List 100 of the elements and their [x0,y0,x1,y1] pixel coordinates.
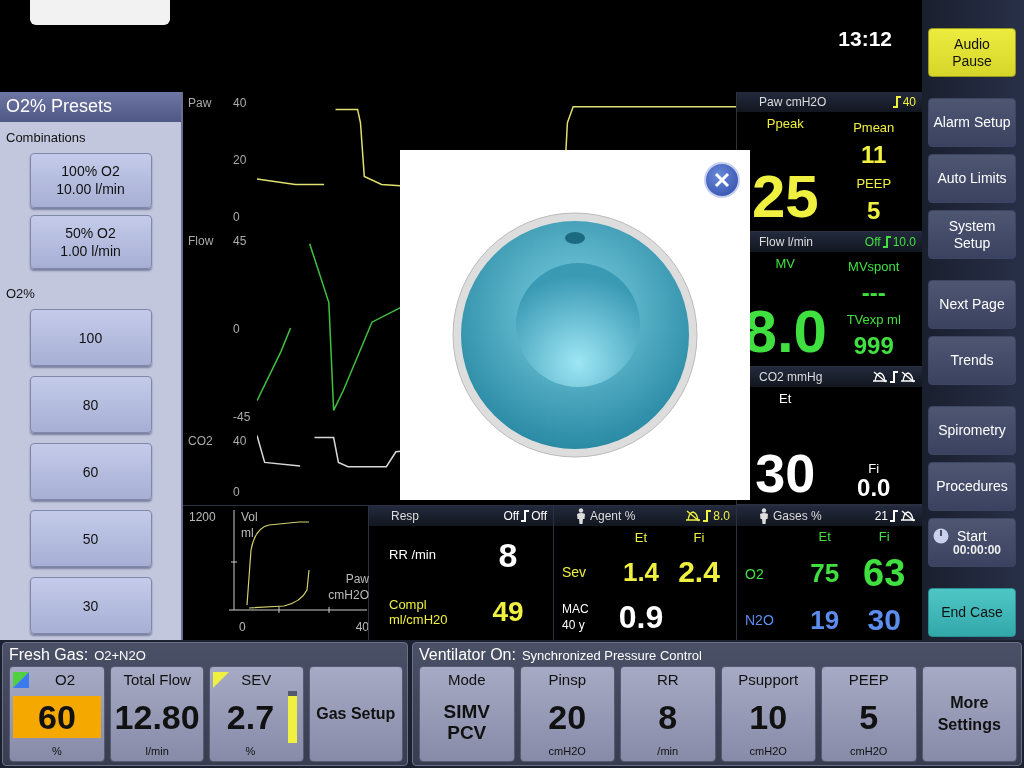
et-value: 75 [809,558,841,589]
axis-tick: 0 [233,210,241,224]
axis-tick: 45 [233,234,248,248]
waveform-label: Flow [188,234,215,248]
axis-tick: 20 [233,153,248,167]
tile-unit: % [245,745,256,757]
timer-button[interactable]: Start 00:00:00 [928,518,1016,567]
panel-title: Ventilator On: [419,646,516,664]
setting-tile[interactable]: O2 60 % [9,666,105,762]
axis-tick: 40 [233,434,248,448]
parameter-value: 5 [867,198,881,223]
side-button[interactable]: System Setup [928,210,1016,259]
side-button[interactable]: Spirometry [928,406,1016,455]
side-button[interactable]: End Case [928,588,1016,637]
parameter-label: Et [779,391,792,406]
tile-unit: cmH2O [850,745,888,757]
tile-label: Total Flow [123,671,191,688]
panel-title: Resp [391,509,419,523]
parameter-label: PEEP [856,175,892,191]
parameter-value: --- [861,281,886,306]
parameter-label: Fi [868,461,880,476]
knob-drawing[interactable] [450,210,700,460]
preset-button[interactable]: 60 [29,443,152,501]
alarm-limit: Off [531,509,547,523]
setting-tile[interactable]: Pinsp 20 cmH2O [519,666,615,762]
axis-tick: -45 [233,410,252,424]
agent-color-icon [213,671,230,688]
fi-value: 30 [866,603,902,637]
alarm-limit: 21 [874,509,888,523]
panel-subtitle: O2+N2O [94,648,146,663]
preset-button[interactable]: 50 [29,510,152,568]
parameter-value: 0.0 [857,476,891,500]
setting-tile[interactable]: Mode SIMV PCV [419,666,515,762]
waveform-label: Paw [188,96,213,110]
fi-value: 63 [862,552,907,595]
waveform-label: CO2 [188,434,214,448]
clock: 13:12 [838,27,892,51]
mac-label: MAC 40 y [562,601,590,634]
fi-value: 2.4 [677,555,721,589]
panel-title: CO2 mmHg [759,370,823,384]
setting-button[interactable]: More Settings [921,666,1017,762]
setting-tile[interactable]: PEEP 5 cmH2O [821,666,917,762]
parameter-value: 25 [751,167,819,227]
side-button[interactable]: Audio Pause [928,28,1016,77]
axis-tick: 1200 [189,510,217,526]
preset-button[interactable]: 100% O2 10.00 l/min [29,152,152,208]
parameter-value: 999 [853,334,894,359]
close-button[interactable] [704,162,740,198]
setting-tile[interactable]: SEV 2.7 % [209,666,304,762]
parameter-label: Compl ml/cmH20 [389,596,449,627]
parameter-label: Ppeak [766,116,804,131]
preset-button[interactable]: 80 [29,376,152,434]
gas-label: O2 [745,565,765,582]
tile-label: RR [656,671,679,688]
alarm-off-icon [900,371,916,383]
column-label: Fi [692,530,706,545]
gas-color-icon [13,671,29,688]
alarm-limit: 10.0 [892,235,916,249]
preset-button[interactable]: 100 [29,309,152,367]
side-button[interactable]: Auto Limits [928,154,1016,203]
parameter-label: MVspont [848,259,900,275]
column-label: Fi [877,529,891,544]
tile-unit: cmH2O [749,745,787,757]
axis-tick: 0 [239,620,246,636]
alarm-off-icon [872,371,888,383]
axis-tick: 40 [355,620,369,636]
section-label: Combinations [5,128,87,147]
side-button[interactable]: Trends [928,336,1016,385]
parameter-value: 30 [755,446,816,500]
panel-title: Flow l/min [759,235,813,249]
setting-tile[interactable]: Total Flow 12.80 l/min [110,666,205,762]
tile-value: 60 [13,695,101,738]
axis-label: Vol [241,510,258,526]
parameter-label: TVexp ml [846,312,901,328]
panel-title: Gases % [773,509,822,523]
tile-value: 10 [749,699,788,734]
panel-title: Agent % [590,509,636,523]
side-button[interactable]: Next Page [928,280,1016,329]
preset-button[interactable]: 50% O2 1.00 l/min [29,214,152,270]
timer-value: 00:00:00 [953,543,1002,558]
column-label: Et [633,530,649,545]
tile-label: O2 [55,671,75,688]
side-button[interactable]: Procedures [928,462,1016,511]
setting-tile[interactable]: RR 8 /min [620,666,716,762]
tile-unit: % [52,745,62,757]
setting-button[interactable]: Gas Setup [308,666,403,762]
tile-label: SEV [241,671,272,688]
mac-value: 0.9 [617,599,665,636]
panel-title: Paw cmH2O [759,95,827,109]
tile-unit: /min [657,745,679,757]
alarm-off-icon [900,510,916,522]
setting-tile[interactable]: Psupport 10 cmH2O [720,666,816,762]
tile-label: Mode [448,671,486,688]
timer-label: Start [957,527,987,544]
preset-button[interactable]: 30 [29,577,152,634]
alarm-limit: Off [864,235,881,249]
panel-subtitle: Synchronized Pressure Control [521,648,702,663]
section-label: O2% [5,285,36,304]
side-button[interactable]: Alarm Setup [928,98,1016,147]
alarm-limit: 8.0 [713,509,730,523]
